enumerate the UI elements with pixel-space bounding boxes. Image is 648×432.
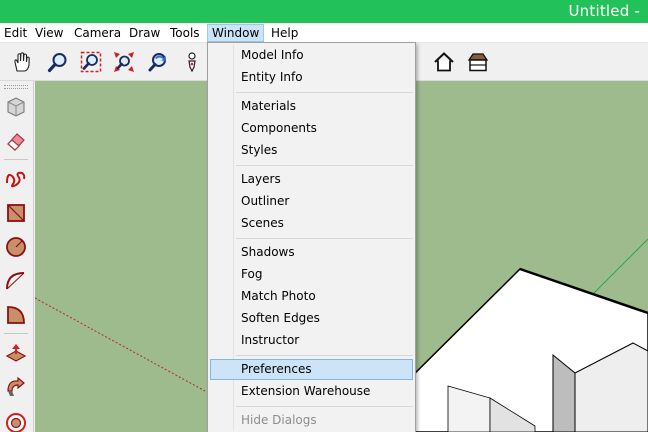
menu-window[interactable]: Window xyxy=(207,24,265,42)
zoom-extents-icon xyxy=(114,52,134,72)
pan-icon xyxy=(14,52,30,72)
drawing-toolbar xyxy=(0,81,34,432)
menu-bar: Edit View Camera Draw Tools Window Help xyxy=(0,23,648,43)
toolbar-divider xyxy=(4,333,28,334)
red-axis xyxy=(35,297,206,392)
eraser-tool[interactable] xyxy=(2,127,30,155)
rectangle-icon xyxy=(7,204,25,222)
arc-tool[interactable] xyxy=(2,267,30,295)
menu-item-extension-warehouse[interactable]: Extension Warehouse xyxy=(210,381,413,402)
menu-separator xyxy=(236,355,413,356)
select-icon xyxy=(7,97,25,117)
menu-item-scenes[interactable]: Scenes xyxy=(210,213,413,234)
position-camera-button[interactable] xyxy=(178,47,206,77)
window-dropdown-menu: Model Info Entity Info Materials Compone… xyxy=(207,42,416,432)
zoom-icon xyxy=(47,53,67,73)
menu-view[interactable]: View xyxy=(31,24,67,42)
menu-separator xyxy=(236,165,413,166)
building-model xyxy=(390,267,648,432)
pan-button[interactable] xyxy=(8,47,36,77)
warehouse-button[interactable] xyxy=(464,47,492,77)
menu-item-outliner[interactable]: Outliner xyxy=(210,191,413,212)
menu-item-styles[interactable]: Styles xyxy=(210,140,413,161)
zoom-window-button[interactable] xyxy=(77,47,105,77)
polygon-icon xyxy=(6,237,26,257)
menu-edit[interactable]: Edit xyxy=(0,24,31,42)
menu-item-match-photo[interactable]: Match Photo xyxy=(210,286,413,307)
menu-camera[interactable]: Camera xyxy=(70,24,125,42)
menu-item-instructor[interactable]: Instructor xyxy=(210,330,413,351)
menu-item-soften-edges[interactable]: Soften Edges xyxy=(210,308,413,329)
freehand-tool[interactable] xyxy=(2,165,30,193)
menu-item-shadows[interactable]: Shadows xyxy=(210,242,413,263)
menu-item-model-info[interactable]: Model Info xyxy=(210,45,413,66)
menu-separator xyxy=(236,406,413,407)
zoom-window-icon xyxy=(80,51,102,73)
polygon-tool[interactable] xyxy=(2,233,30,261)
menu-item-components[interactable]: Components xyxy=(210,118,413,139)
offset-tool[interactable] xyxy=(2,407,30,432)
push-pull-icon xyxy=(5,344,27,362)
warehouse-icon xyxy=(467,53,489,72)
previous-view-button[interactable] xyxy=(144,47,172,77)
toolbar-divider xyxy=(4,159,28,160)
menu-item-materials[interactable]: Materials xyxy=(210,96,413,117)
freehand-icon xyxy=(6,171,26,188)
previous-view-icon xyxy=(148,53,166,72)
zoom-button[interactable] xyxy=(44,47,72,77)
menu-item-entity-info[interactable]: Entity Info xyxy=(210,67,413,88)
home-icon xyxy=(434,52,454,72)
pie-icon xyxy=(7,306,25,324)
menu-separator xyxy=(236,238,413,239)
push-pull-tool[interactable] xyxy=(2,339,30,367)
follow-me-tool[interactable] xyxy=(2,373,30,401)
menu-help[interactable]: Help xyxy=(267,24,302,42)
eraser-icon xyxy=(7,133,25,151)
menu-draw[interactable]: Draw xyxy=(125,24,164,42)
menu-item-fog[interactable]: Fog xyxy=(210,264,413,285)
zoom-extents-button[interactable] xyxy=(110,47,138,77)
menu-item-preferences[interactable]: Preferences xyxy=(210,359,413,380)
menu-item-layers[interactable]: Layers xyxy=(210,169,413,190)
window-title: Untitled - xyxy=(568,2,640,20)
follow-me-icon xyxy=(7,376,25,396)
menu-tools[interactable]: Tools xyxy=(166,24,204,42)
title-bar: Untitled - xyxy=(0,0,648,23)
home-button[interactable] xyxy=(430,47,458,77)
offset-icon xyxy=(6,413,26,432)
rectangle-tool[interactable] xyxy=(2,199,30,227)
toolbar-grip[interactable] xyxy=(4,85,28,89)
select-tool[interactable] xyxy=(2,93,30,121)
menu-separator xyxy=(236,92,413,93)
menu-item-hide-dialogs: Hide Dialogs xyxy=(241,413,317,427)
pie-tool[interactable] xyxy=(2,301,30,329)
position-camera-icon xyxy=(188,52,196,73)
arc-icon xyxy=(6,272,25,290)
